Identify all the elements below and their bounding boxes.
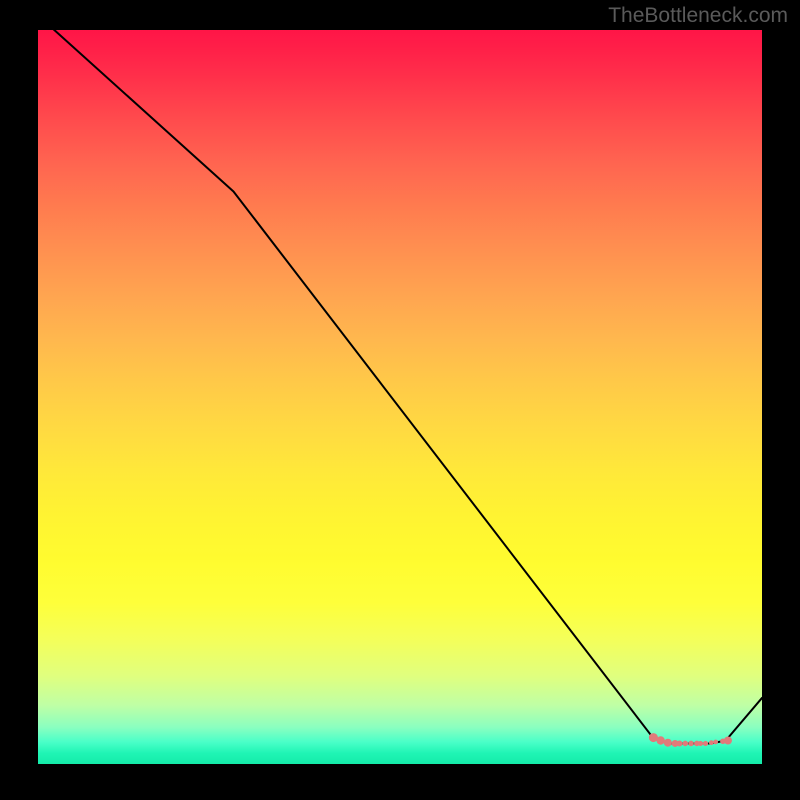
chart-plot-area bbox=[38, 30, 762, 764]
watermark-text: TheBottleneck.com bbox=[608, 4, 788, 28]
highlight-dot bbox=[709, 740, 714, 745]
highlight-dot bbox=[688, 741, 694, 747]
curve-line bbox=[38, 30, 762, 743]
highlight-markers bbox=[649, 733, 732, 747]
chart-svg bbox=[38, 30, 762, 764]
highlight-dot bbox=[656, 736, 664, 744]
highlight-dot bbox=[724, 737, 732, 745]
highlight-dot bbox=[676, 740, 682, 746]
highlight-dot bbox=[682, 741, 688, 747]
highlight-dot bbox=[698, 741, 703, 746]
highlight-dot bbox=[713, 740, 718, 745]
highlight-dot bbox=[664, 739, 672, 747]
highlight-dot bbox=[703, 741, 708, 746]
